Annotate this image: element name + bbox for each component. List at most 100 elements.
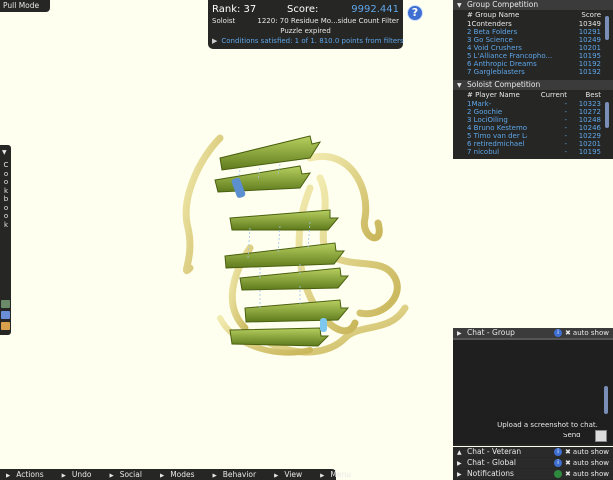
soloist-scrollbar[interactable] [604,92,610,158]
soloist-scroll-thumb[interactable] [605,102,609,128]
pull-mode-button[interactable]: Pull Mode [0,0,50,12]
player-current: - [564,108,567,116]
player-best: 10195 [578,148,601,156]
player-best: 10323 [578,100,601,108]
cookbook-letter: C [3,161,9,169]
screenshot-upload-icon[interactable] [595,430,607,442]
player-best: 10246 [578,124,601,132]
expand-triangle-icon: ▶ [61,473,66,479]
group-col-name: # Group Name [467,11,520,19]
modes-menu-button[interactable]: ▶ Modes [160,469,195,480]
group-scroll-thumb[interactable] [605,16,609,40]
protein-viewport[interactable] [160,118,420,368]
soloist-row[interactable]: 1Mark- - 10323 [453,100,613,108]
player-best: 10201 [578,140,601,148]
auto-show-toggle[interactable]: auto show [573,329,609,337]
close-icon[interactable]: ✖ [565,329,571,337]
player-current: - [564,148,567,156]
undo-menu-button[interactable]: ▶ Undo [62,469,92,480]
recipe-icon[interactable] [1,322,10,330]
player-current: - [564,140,567,148]
group-row[interactable]: 3 Go Science 10249 [453,36,613,44]
recipe-icon[interactable] [1,311,10,319]
notification-status-icon[interactable] [554,470,563,478]
expand-triangle-icon: ▶ [457,471,462,478]
actions-label: Actions [16,470,44,479]
close-icon[interactable]: ✖ [565,448,571,456]
help-button[interactable]: ? [407,5,423,21]
modes-label: Modes [170,470,195,479]
soloist-competition-header[interactable]: ▼ Soloist Competition [453,80,613,90]
behavior-menu-button[interactable]: ▶ Behavior [213,469,257,480]
info-icon[interactable]: i [554,459,563,467]
group-scrollbar[interactable] [604,12,610,78]
player-name: 3 LociOiling [467,116,508,124]
soloist-row[interactable]: 3 LociOiling - 10248 [453,116,613,124]
soloist-col-current: Current [540,91,567,99]
soloist-row[interactable]: 6 retiredmichael - 10201 [453,140,613,148]
actions-menu-button[interactable]: ▶ Actions [6,469,44,480]
view-menu-button[interactable]: ▶ View [274,469,302,480]
group-row[interactable]: 4 Void Crushers 10201 [453,44,613,52]
sidechain-marker [320,318,327,332]
cookbook-letter: o [3,212,9,220]
player-name: 2 Goochie [467,108,503,116]
collapse-triangle-icon: ▲ [457,449,462,456]
score-panel: Rank: 37 Score: 9992.441 Soloist 1220: 7… [208,0,404,49]
soloist-row[interactable]: 2 Goochie - 10272 [453,108,613,116]
chat-scrollbar[interactable] [603,346,609,416]
group-row[interactable]: 1Contenders 10349 [453,20,613,28]
menu-button[interactable]: ▶ Menu [320,469,351,480]
player-name: 7 nicobul [467,148,500,156]
chat-veteran-title: Chat - Veteran [467,447,522,456]
group-score: 10291 [578,28,601,36]
recipe-icon[interactable] [1,300,10,308]
group-row[interactable]: 2 Beta Folders 10291 [453,28,613,36]
auto-show-toggle[interactable]: auto show [573,459,609,467]
group-competition-panel: ▼ Group Competition # Group Name Score 1C… [453,0,613,80]
menu-label: Menu [330,470,351,479]
player-current: - [564,100,567,108]
behavior-label: Behavior [222,470,257,479]
auto-show-toggle[interactable]: auto show [573,470,609,478]
close-icon[interactable]: ✖ [565,459,571,467]
pull-mode-label: Pull Mode [3,1,40,10]
collapse-triangle-icon: ▼ [457,2,462,9]
group-competition-header[interactable]: ▼ Group Competition [453,0,613,10]
player-best: 10272 [578,108,601,116]
group-score: 10195 [578,52,601,60]
conditions-toggle[interactable]: ▶ Conditions satisfied: 1 of 1. 810.0 poi… [212,36,404,47]
rank-label: Rank: 37 [212,3,257,15]
social-label: Social [119,470,142,479]
group-row[interactable]: 5 L'Alliance Francopho... 10195 [453,52,613,60]
soloist-table-header: # Player Name Current Best [453,90,613,100]
info-icon[interactable]: i [554,329,563,337]
group-row[interactable]: 7 Gargleblasters 10192 [453,68,613,76]
social-menu-button[interactable]: ▶ Social [109,469,141,480]
soloist-row[interactable]: 5 Timo van der Laan - 10229 [453,132,613,140]
collapse-triangle-icon: ▼ [457,82,462,89]
info-icon[interactable]: i [554,448,563,456]
soloist-row[interactable]: 7 nicobul - 10195 [453,148,613,156]
cookbook-letter: k [3,186,9,195]
chat-veteran-bar[interactable]: ▲ Chat - Veteran i ✖ auto show [453,447,613,458]
player-current: - [564,116,567,124]
chat-global-bar[interactable]: ▶ Chat - Global i ✖ auto show [453,458,613,469]
auto-show-toggle[interactable]: auto show [573,448,609,456]
puzzle-name: 1220: 70 Residue Mo...sidue Count Filter [257,17,399,25]
group-row[interactable]: 6 Anthropic Dreams 10192 [453,60,613,68]
chat-scroll-thumb[interactable] [604,386,608,414]
notifications-bar[interactable]: ▶ Notifications ✖ auto show [453,469,613,480]
soloist-competition-title: Soloist Competition [467,80,541,89]
conditions-text: Conditions satisfied: 1 of 1. 810.0 poin… [221,37,404,45]
soloist-row[interactable]: 4 Bruno Kestemont - 10246 [453,124,613,132]
close-icon[interactable]: ✖ [565,470,571,478]
soloist-competition-panel: ▼ Soloist Competition # Player Name Curre… [453,80,613,159]
puzzle-status: Puzzle expired [280,27,331,35]
expand-triangle-icon: ▶ [212,473,217,479]
soloist-col-name: # Player Name [467,91,520,99]
cookbook-letter: o [3,178,9,186]
player-best: 10229 [578,132,601,140]
player-name: 1Mark- [467,100,492,108]
cookbook-sidebar[interactable]: ▼ Cookbook [0,145,11,335]
